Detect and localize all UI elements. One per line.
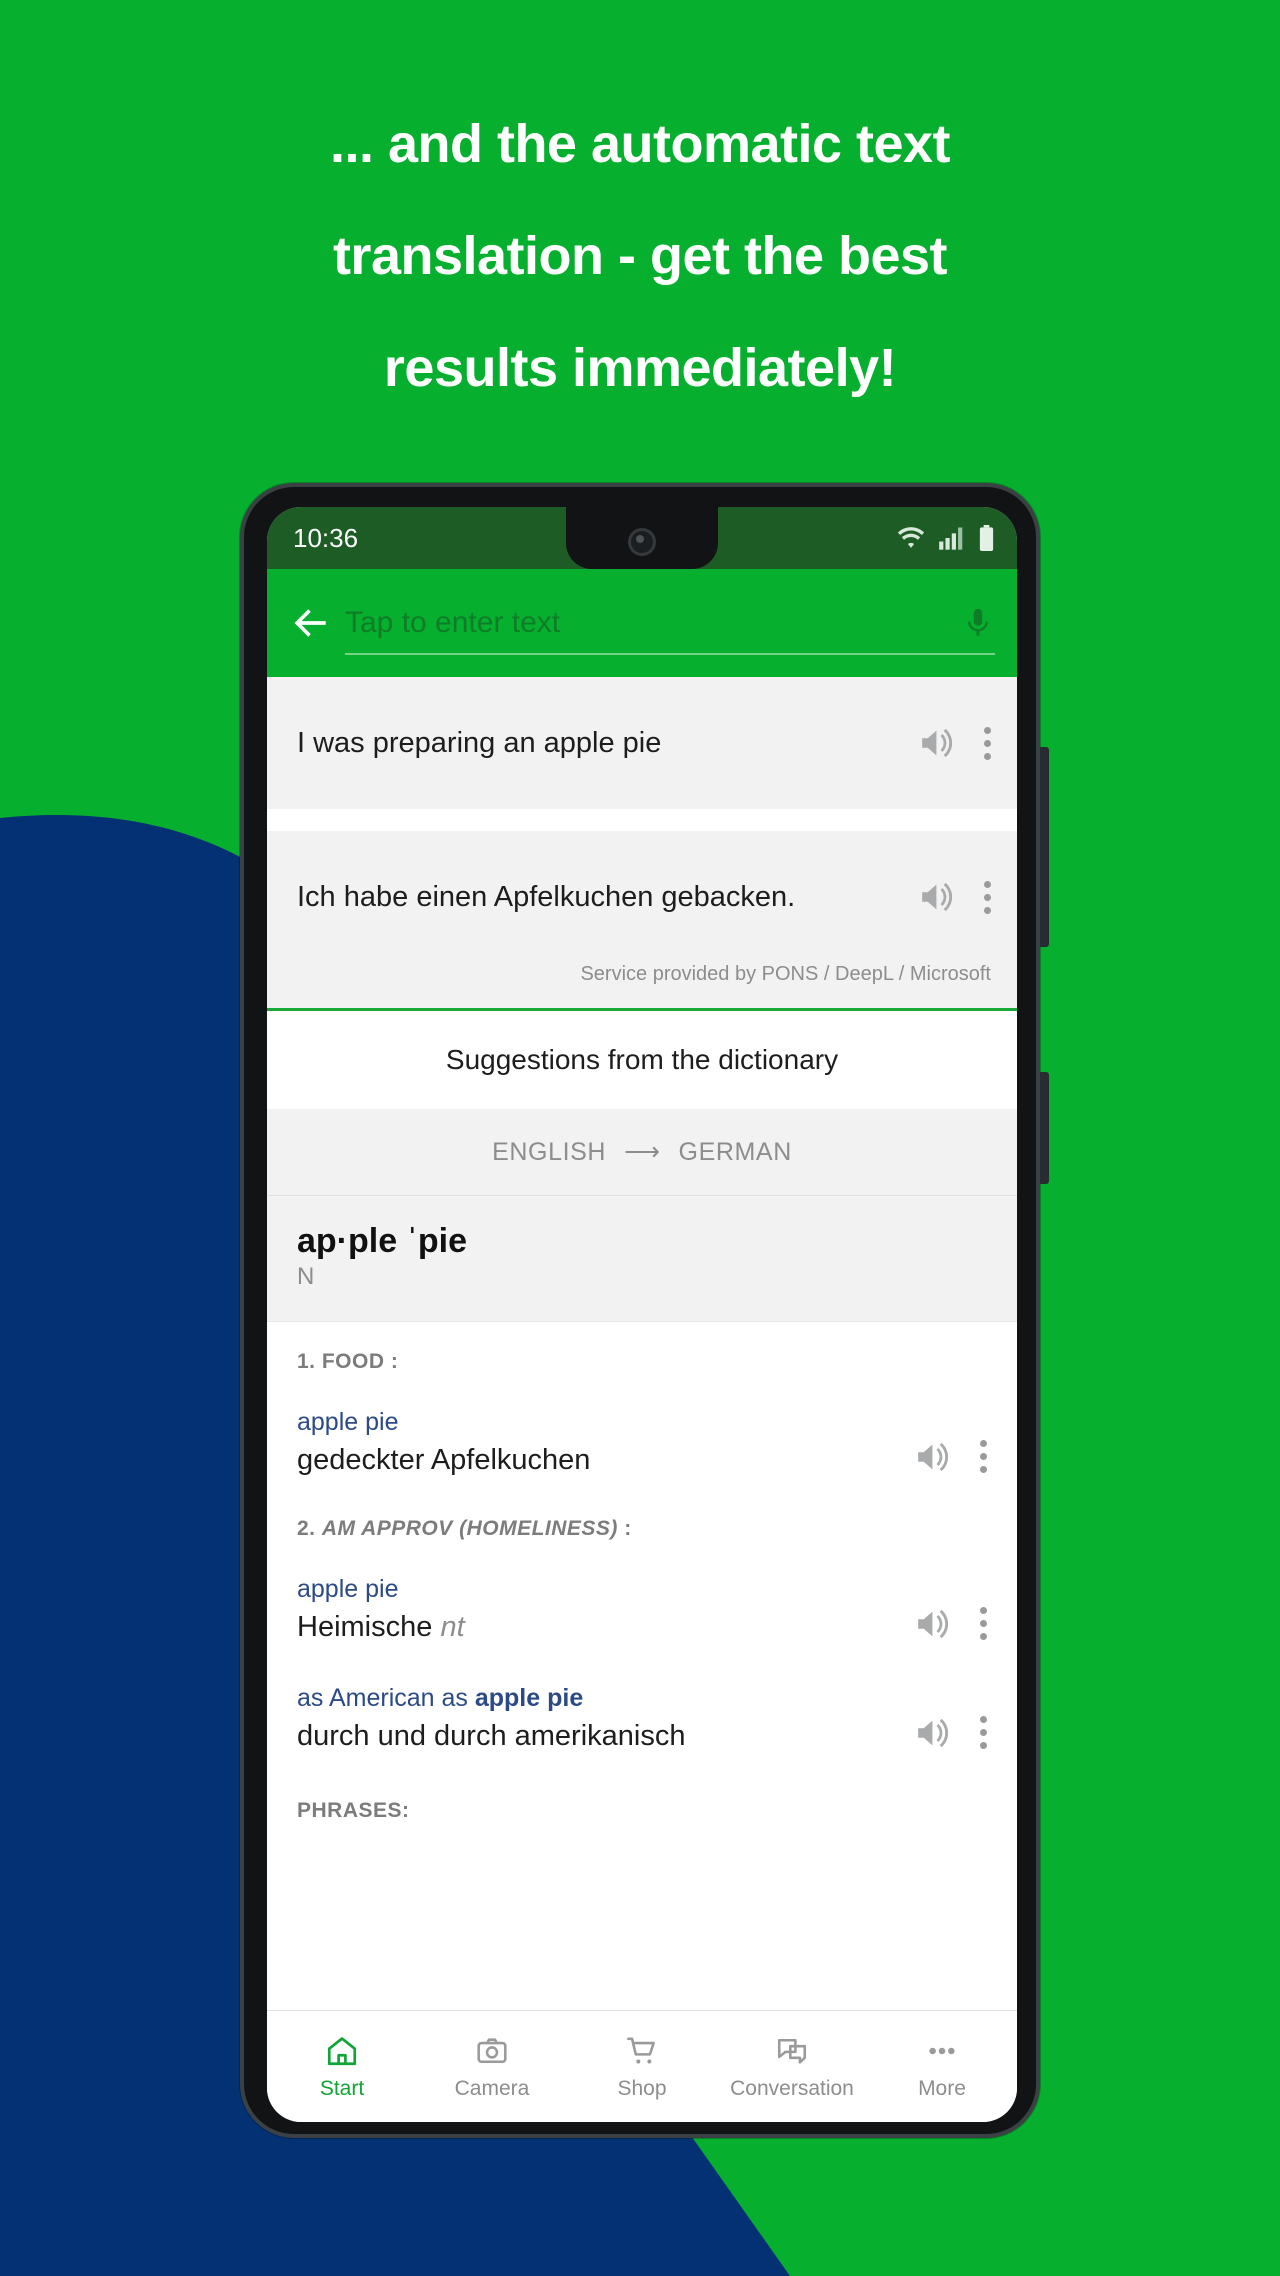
phone-screen: 10:36 Tap to enter text I was preparing …	[267, 507, 1017, 2122]
entry-actions	[915, 1607, 987, 1644]
headline-line-1: ... and the automatic text	[329, 114, 951, 174]
microphone-icon[interactable]	[961, 604, 995, 642]
battery-icon	[979, 525, 994, 551]
chat-icon	[775, 2032, 809, 2070]
entry-source[interactable]: apple pie	[297, 1575, 915, 1604]
part-of-speech: N	[297, 1263, 315, 1290]
power-button[interactable]	[1040, 1072, 1049, 1184]
entry-target: Heimische nt	[297, 1611, 915, 1644]
page-title: ... and the automatic text translation -…	[0, 88, 1280, 424]
nav-label: Shop	[617, 2077, 667, 2100]
entry-source[interactable]: as American as apple pie	[297, 1684, 915, 1713]
target-text: Ich habe einen Apfelkuchen gebacken.	[297, 880, 796, 913]
entry-target-gender: nt	[440, 1611, 465, 1643]
headline-line-3: results immediately!	[383, 338, 897, 398]
source-text: I was preparing an apple pie	[297, 726, 662, 759]
overflow-menu-icon[interactable]	[979, 1716, 987, 1749]
overflow-menu-icon[interactable]	[983, 726, 991, 760]
speaker-icon[interactable]	[915, 1441, 953, 1473]
nav-item-more[interactable]: More	[867, 2032, 1017, 2101]
entry-actions	[915, 1716, 987, 1753]
cart-icon	[625, 2032, 659, 2070]
front-camera-icon	[628, 528, 656, 556]
entry-target-text: Heimische	[297, 1611, 441, 1643]
speaker-icon[interactable]	[915, 1608, 953, 1640]
sense-number: 1.	[297, 1350, 316, 1373]
source-translation-row[interactable]: I was preparing an apple pie	[267, 677, 1017, 809]
entry-source[interactable]: apple pie	[297, 1408, 915, 1437]
speaker-icon[interactable]	[919, 727, 957, 759]
sense-colon: :	[624, 1517, 632, 1540]
nav-label: Conversation	[730, 2077, 854, 2100]
entry-texts: apple pie Heimische nt	[297, 1575, 915, 1644]
speaker-icon[interactable]	[915, 1717, 953, 1749]
service-provider-note: Service provided by PONS / DeepL / Micro…	[267, 963, 1017, 1011]
arrow-right-icon: ⟶	[624, 1138, 661, 1166]
entry-texts: apple pie gedeckter Apfelkuchen	[297, 1408, 915, 1477]
back-arrow-icon[interactable]	[289, 601, 333, 645]
nav-item-camera[interactable]: Camera	[417, 2032, 567, 2101]
speaker-icon[interactable]	[919, 881, 957, 913]
more-dots-icon	[925, 2032, 959, 2070]
camera-icon	[475, 2032, 509, 2070]
nav-label: More	[918, 2077, 966, 2100]
entry-target: gedeckter Apfelkuchen	[297, 1444, 591, 1476]
app-search-bar	[267, 569, 1017, 677]
nav-item-start[interactable]: Start	[267, 2032, 417, 2101]
search-input[interactable]	[345, 605, 951, 640]
wifi-icon	[897, 527, 925, 548]
dictionary-entries: 1. FOOD : apple pie gedeckter Apfelkuche…	[267, 1322, 1017, 1823]
dictionary-entry[interactable]: as American as apple pie durch und durch…	[297, 1684, 987, 1753]
row-separator	[267, 809, 1017, 831]
sense-colon: :	[390, 1350, 399, 1373]
sense-label-1: 1. FOOD :	[297, 1350, 987, 1374]
home-icon	[325, 2032, 359, 2070]
overflow-menu-icon[interactable]	[979, 1607, 987, 1640]
entry-texts: as American as apple pie durch und durch…	[297, 1684, 915, 1753]
nav-label: Start	[319, 2077, 365, 2100]
sense-domain: AM APPROV (HOMELINESS)	[321, 1517, 618, 1540]
overflow-menu-icon[interactable]	[983, 880, 991, 914]
entry-target: durch und durch amerikanisch	[297, 1720, 686, 1752]
nav-item-shop[interactable]: Shop	[567, 2032, 717, 2101]
signal-icon	[939, 527, 963, 550]
entry-actions	[915, 1440, 987, 1477]
headline-line-2: translation - get the best	[332, 226, 948, 286]
search-field-wrapper[interactable]	[345, 604, 995, 655]
status-clock: 10:36	[293, 522, 359, 553]
language-target: GERMAN	[678, 1137, 792, 1166]
dictionary-entry[interactable]: apple pie Heimische nt	[297, 1575, 987, 1644]
nav-item-conversation[interactable]: Conversation	[717, 2032, 867, 2101]
entry-source-keyword: apple pie	[474, 1684, 584, 1712]
status-icon-group	[896, 525, 995, 551]
language-source: ENGLISH	[492, 1137, 607, 1166]
sense-number: 2.	[297, 1517, 316, 1540]
dictionary-suggestions-title: Suggestions from the dictionary	[267, 1011, 1017, 1109]
entry-source-text: as American as	[297, 1684, 475, 1712]
sense-domain: FOOD	[321, 1350, 385, 1373]
bottom-navigation: Start Camera Shop Conversation More	[267, 2010, 1017, 2122]
phrases-label: PHRASES:	[297, 1799, 410, 1822]
language-pair-row[interactable]: ENGLISH ⟶ GERMAN	[267, 1109, 1017, 1196]
phone-mockup: 10:36 Tap to enter text I was preparing …	[240, 483, 1049, 2138]
target-translation-row[interactable]: Ich habe einen Apfelkuchen gebacken.	[267, 831, 1017, 963]
sense-label-2: 2. AM APPROV (HOMELINESS) :	[297, 1517, 987, 1541]
volume-button[interactable]	[1040, 747, 1049, 947]
nav-label: Camera	[454, 2077, 530, 2100]
headword-block: ap·ple ˈpie N	[267, 1196, 1017, 1322]
translation-content: I was preparing an apple pie Ich habe ei…	[267, 677, 1017, 2010]
dictionary-entry[interactable]: apple pie gedeckter Apfelkuchen	[297, 1408, 987, 1477]
screen-notch	[566, 507, 718, 569]
overflow-menu-icon[interactable]	[979, 1440, 987, 1473]
headword: ap·ple ˈpie	[297, 1222, 468, 1260]
